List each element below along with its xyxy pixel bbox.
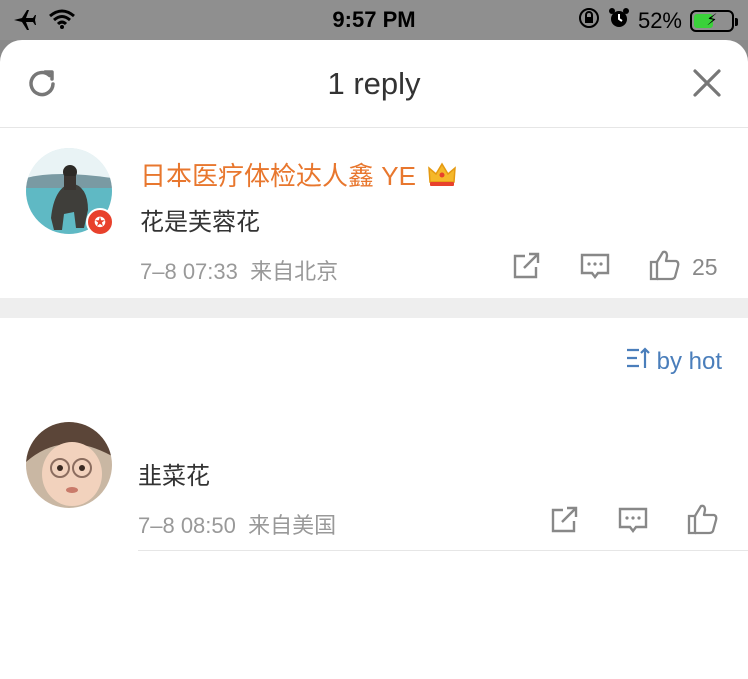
username[interactable]: 日本医疗体检达人鑫 YE	[140, 156, 457, 195]
close-icon[interactable]	[692, 68, 722, 98]
comment-date: 7–8 07:33	[140, 259, 238, 284]
sheet-header: 1 reply	[0, 40, 748, 128]
orientation-lock-icon	[578, 7, 600, 35]
battery-percent: 52%	[637, 8, 682, 33]
comment-text: 花是芙蓉花	[140, 209, 260, 236]
comment-icon[interactable]	[617, 504, 649, 536]
share-icon[interactable]	[548, 504, 580, 536]
reply-date: 7–8 08:50	[138, 513, 236, 538]
comment-icon[interactable]	[579, 250, 611, 282]
username-text: 日本医疗体检达人鑫 YE	[140, 161, 416, 191]
list-item: 韭菜花 7–8 08:50 来自美国	[0, 400, 748, 560]
reply-text: 韭菜花	[138, 463, 210, 490]
like-icon[interactable]	[686, 502, 718, 535]
battery-cap	[735, 18, 738, 26]
like-count: 25	[692, 254, 718, 280]
comment-location: 来自北京	[250, 259, 339, 284]
status-bar: 9:57 PM 52% ⚡	[0, 0, 748, 40]
charging-bolt-icon: ⚡	[706, 12, 718, 29]
share-icon[interactable]	[510, 250, 542, 282]
status-right: 52% ⚡	[578, 7, 738, 35]
sort-by-hot-button[interactable]: by hot	[625, 346, 722, 377]
root-comment: ✪ 日本医疗体检达人鑫 YE 花是芙蓉花 7–8 07:33 来自北京 25	[0, 128, 748, 298]
reply-meta: 7–8 08:50 来自美国	[138, 508, 336, 540]
reply-location: 来自美国	[248, 513, 337, 538]
crown-icon	[427, 160, 457, 195]
battery-icon: ⚡	[690, 10, 738, 32]
reply-divider	[138, 550, 748, 551]
alarm-icon	[608, 7, 630, 35]
sort-label: by hot	[656, 347, 722, 375]
like-icon[interactable]	[648, 248, 680, 281]
replies-sheet: 1 reply ✪ 日本医疗体检达人鑫 YE 花是芙蓉花 7–8 07:33 来…	[0, 40, 748, 679]
sort-icon	[625, 346, 651, 377]
avatar[interactable]	[26, 422, 112, 508]
section-divider	[0, 298, 748, 318]
page-title: 1 reply	[327, 66, 421, 101]
verified-badge-icon: ✪	[86, 208, 114, 236]
sort-row: by hot	[0, 318, 748, 400]
comment-meta: 7–8 07:33 来自北京	[140, 254, 338, 286]
